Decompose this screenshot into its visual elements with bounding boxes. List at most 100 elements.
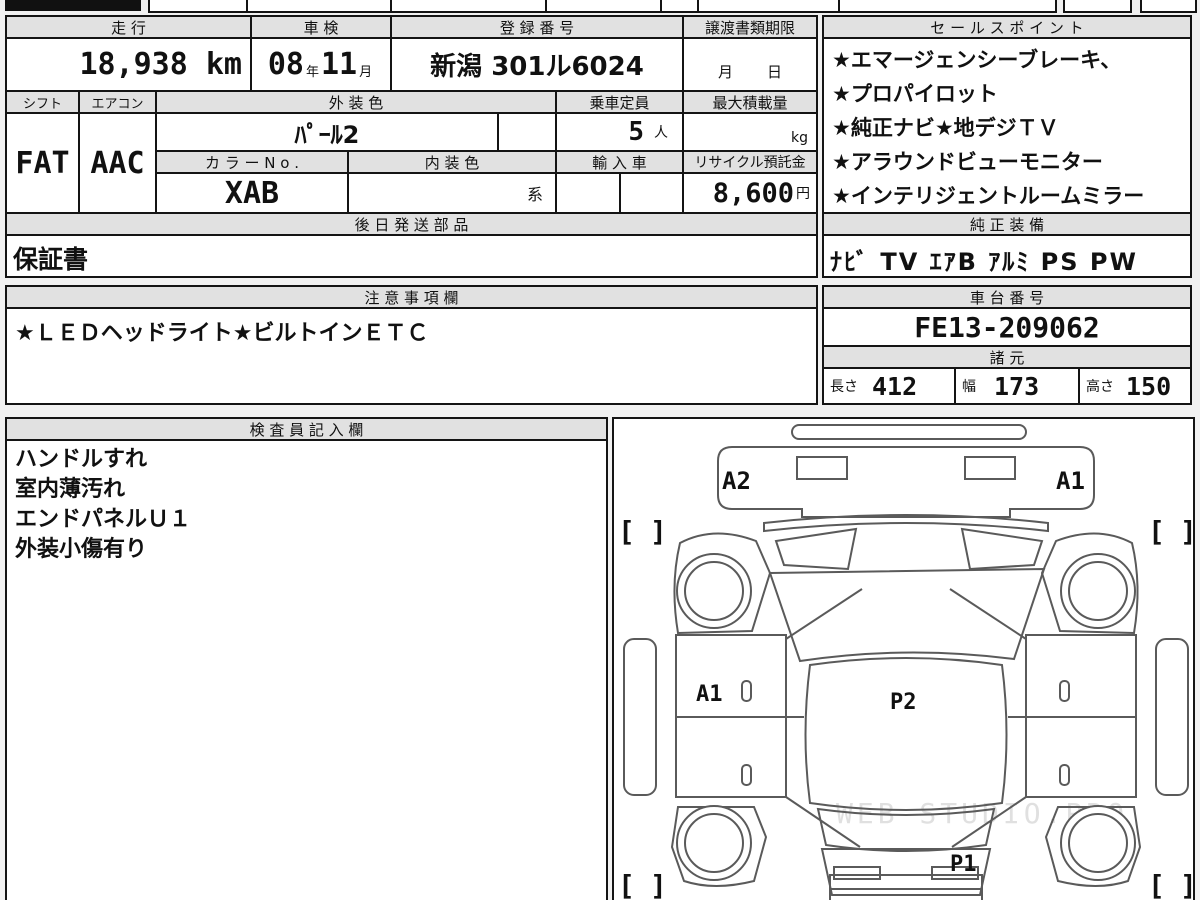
spec-width: 幅 173 xyxy=(954,367,1080,405)
shift-header: シフト xyxy=(5,90,80,114)
damage-label-rear: P1 xyxy=(950,852,977,877)
exterior-color-extra-cell xyxy=(497,112,557,152)
inspector-body: ハンドルすれ 室内薄汚れ エンドパネルＵ１ 外装小傷有り xyxy=(5,439,608,900)
inspector-line: 外装小傷有り xyxy=(15,537,148,562)
sales-points-body: ★エマージェンシーブレーキ、 ★プロパイロット ★純正ナビ★地デジＴＶ ★アラウ… xyxy=(822,37,1192,214)
bracket-icon: ] xyxy=(650,869,667,900)
sill-left xyxy=(623,638,657,796)
inspection-header: 車 検 xyxy=(250,15,392,39)
wheel-front-left-inner xyxy=(684,561,744,621)
top-row-divider xyxy=(390,0,392,13)
later-parts-header: 後 日 発 送 部 品 xyxy=(5,212,818,236)
color-no-value: XAB xyxy=(155,172,349,214)
top-row-divider xyxy=(246,0,248,13)
notes-header: 注 意 事 項 欄 xyxy=(5,285,818,309)
sales-point-item: ★純正ナビ★地デジＴＶ xyxy=(832,116,1059,140)
imported-header: 輸 入 車 xyxy=(555,150,684,174)
sales-point-item: ★プロパイロット xyxy=(832,82,998,106)
damage-label-roof: P2 xyxy=(890,690,917,715)
exterior-color-header: 外 装 色 xyxy=(155,90,557,114)
wheel-rear-right-inner xyxy=(1068,813,1128,873)
headlight-right xyxy=(960,527,1044,571)
crease xyxy=(949,588,1027,640)
capacity-value: 5 人 xyxy=(555,112,684,152)
top-row-divider xyxy=(545,0,547,13)
inspector-line: ハンドルすれ xyxy=(15,447,148,472)
specs-header: 諸 元 xyxy=(822,345,1192,369)
windshield xyxy=(768,567,1046,663)
genuine-equipment-value: ﾅﾋﾞ TV ｴｱB ｱﾙﾐ PS PW xyxy=(822,234,1192,278)
car-diagram: WEB STUDIO.PRO A2 A1 A1 P2 P1 [] [[] … xyxy=(618,424,1193,900)
interior-color-header: 内 装 色 xyxy=(347,150,557,174)
max-load-value: kg xyxy=(682,112,818,152)
door-handle-left-rear xyxy=(741,764,752,786)
recycle-fee-value: 8,600 円 xyxy=(682,172,818,214)
notes-body: ★ＬＥＤヘッドライト★ビルトインＥＴＣ xyxy=(5,307,818,405)
inspection-month-unit: 月 xyxy=(359,65,373,80)
bracket-icon: ] xyxy=(1180,515,1193,548)
damage-label-left-door: A1 xyxy=(696,682,723,707)
top-row-divider xyxy=(838,0,840,13)
damage-label-front-right: A1 xyxy=(1056,467,1085,495)
spec-length-value: 412 xyxy=(872,371,918,401)
crease xyxy=(785,588,863,640)
top-cropped-cell xyxy=(1063,0,1132,13)
later-parts-value: 保証書 xyxy=(5,234,818,278)
genuine-equipment-header: 純 正 装 備 xyxy=(822,212,1192,236)
inspection-year: 08 xyxy=(267,47,304,82)
top-row-divider xyxy=(697,0,699,13)
sill-right xyxy=(1155,638,1189,796)
recycle-fee-header: リサイクル預託金 xyxy=(682,150,818,174)
top-cropped-row xyxy=(148,0,1057,13)
inspection-month: 11 xyxy=(321,47,358,82)
spec-width-label: 幅 xyxy=(962,379,976,395)
chassis-header: 車 台 番 号 xyxy=(822,285,1192,309)
aircon-header: エアコン xyxy=(78,90,157,114)
door-handle-right-front xyxy=(1059,680,1070,702)
bracket-icon: ] xyxy=(650,515,667,548)
inspection-value: 08 年 11 月 xyxy=(250,37,392,92)
bracket-icon: [ xyxy=(618,869,635,900)
spec-length-label: 長さ xyxy=(830,379,858,395)
door-handle-left-front xyxy=(741,680,752,702)
spec-length: 長さ 412 xyxy=(822,367,956,405)
car-diagram-panel: WEB STUDIO.PRO A2 A1 A1 P2 P1 [] [[] … xyxy=(612,417,1195,900)
inspector-header: 検 査 員 記 入 欄 xyxy=(5,417,608,441)
bracket-icon: ] xyxy=(1180,869,1193,900)
inspector-line: エンドパネルＵ１ xyxy=(15,507,192,532)
bracket-icon: [ xyxy=(1148,515,1165,548)
front-bumper xyxy=(717,446,1095,518)
spec-width-value: 173 xyxy=(994,371,1040,401)
chassis-value: FE13-209062 xyxy=(822,307,1192,347)
front-plate-left xyxy=(796,456,848,480)
color-no-header: カ ラ ー N o . xyxy=(155,150,349,174)
spec-height-value: 150 xyxy=(1126,371,1172,401)
inspector-line: 室内薄汚れ xyxy=(15,477,126,502)
headlight-left xyxy=(774,527,858,571)
transfer-docs-header: 譲渡書類期限 xyxy=(682,15,818,39)
transfer-docs-value: 月 日 xyxy=(682,37,818,92)
inspection-year-unit: 年 xyxy=(305,65,319,80)
sales-point-item: ★エマージェンシーブレーキ、 xyxy=(832,48,1122,72)
door-handle-right-rear xyxy=(1059,764,1070,786)
bracket-icon: [ xyxy=(618,515,635,548)
registration-value: 新潟 301ル6024 xyxy=(390,37,684,92)
top-cropped-cell xyxy=(1140,0,1197,13)
mileage-value: 18,938 km xyxy=(5,37,252,92)
shift-value: FAT xyxy=(5,112,80,214)
sales-points-header: セ ー ル ス ポ イ ン ト xyxy=(822,15,1192,39)
top-cropped-blackbar xyxy=(5,0,141,11)
registration-header: 登 録 番 号 xyxy=(390,15,684,39)
bracket-icon: [ xyxy=(1148,869,1165,900)
spec-height-label: 高さ xyxy=(1086,379,1114,395)
wheel-front-right-inner xyxy=(1068,561,1128,621)
wheel-rear-left-inner xyxy=(684,813,744,873)
rear-bumper-tab-left xyxy=(833,866,881,880)
aircon-value: AAC xyxy=(78,112,157,214)
roof xyxy=(804,657,1008,811)
mileage-header: 走 行 xyxy=(5,15,252,39)
imported-value-cell xyxy=(555,172,621,214)
exterior-color-value: ﾊﾟｰﾙ2 xyxy=(155,112,499,152)
front-plate-right xyxy=(964,456,1016,480)
sales-point-item: ★インテリジェントルームミラー xyxy=(832,184,1145,208)
